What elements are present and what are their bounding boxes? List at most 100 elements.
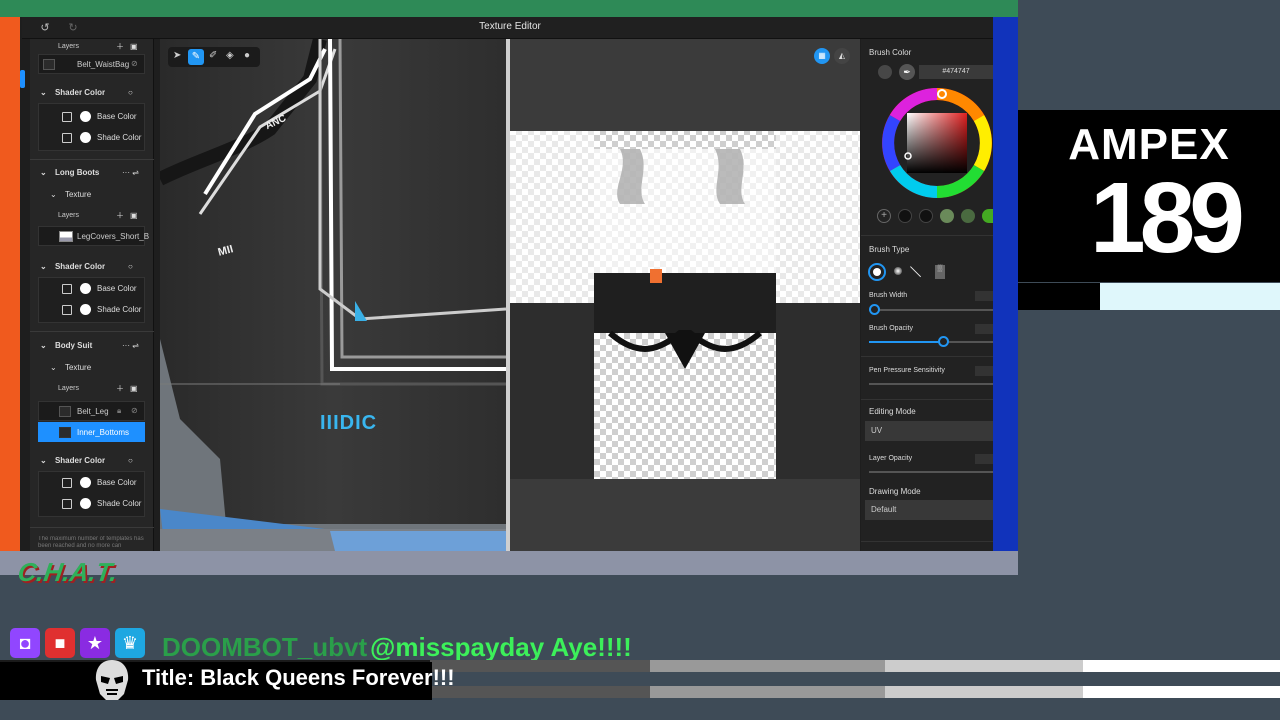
base-color-swatch[interactable] [80,477,91,488]
color-wheel[interactable] [881,87,993,199]
app-bottom-strip [0,551,1018,575]
shade-color-label: Shade Color [97,305,142,314]
color-swatch[interactable] [982,209,993,223]
divider [30,331,154,332]
top-right-strip [1018,0,1280,17]
editing-mode-select[interactable]: UV [865,421,993,441]
shade-color-swatch[interactable] [80,132,91,143]
lock-icon[interactable]: 🔒︎ [117,406,121,416]
section-label: Shader Color [54,262,106,271]
divider [861,541,993,542]
base-color-checkbox[interactable] [62,478,72,488]
base-color-checkbox[interactable] [62,112,72,122]
shader-color-header[interactable]: ⌄ Shader Color [40,85,164,101]
brush-tool-icon[interactable]: ✎ [188,49,204,65]
editing-mode-label: Editing Mode [869,407,916,416]
eyedropper-icon[interactable]: ✒ [899,64,915,80]
layer-thumbnail [59,231,73,242]
divider [30,527,154,528]
shade-color-swatch[interactable] [80,304,91,315]
color-swatch[interactable] [961,209,975,223]
pen-pressure-slider[interactable] [869,383,993,385]
pen-pressure-label: Pen Pressure Sensitivity [869,367,945,374]
texture-header[interactable]: ⌄ Texture [50,360,174,376]
layer-row[interactable]: Belt_Leg 🔒︎ ⊘ [38,401,145,421]
brush-soft-icon[interactable] [894,267,902,275]
drawing-mode-select[interactable]: Default [865,500,993,520]
color-swatch[interactable] [919,209,933,223]
texture-header[interactable]: ⌄ Texture [50,187,174,203]
jacket-logo: IIIDIC [320,412,378,434]
shade-color-checkbox[interactable] [62,133,72,143]
brush-width-slider[interactable] [869,309,993,311]
brush-opacity-slider[interactable] [869,341,993,343]
chevron-down-icon: ⌄ [40,341,47,350]
chevron-down-icon: ⌄ [50,190,57,199]
layer-row-selected[interactable]: Inner_Bottoms [38,422,145,442]
visibility-icon[interactable]: ⊘ [131,406,138,415]
divider [30,159,154,160]
uv-view-toggle-icon[interactable]: ▦ [814,48,830,64]
brush-width-knob[interactable] [869,304,880,315]
3d-viewport[interactable]: ANC MII IIIDIC ➤ ✎ ✐ ◈ ● [160,39,506,551]
layer-row[interactable]: LegCovers_Short_B [38,226,149,246]
section-label: Texture [64,363,92,372]
shader-color-header[interactable]: ⌄ Shader Color [40,259,164,275]
brush-texture-icon[interactable]: ▒ [935,265,945,279]
hex-input[interactable]: #474747 [919,65,993,79]
layer-row[interactable]: Belt_WaistBag ⊘ [38,54,145,74]
layer-thumbnail [43,59,55,70]
color-circle-icon[interactable]: ○ [128,453,140,469]
color-swatch[interactable] [898,209,912,223]
base-color-swatch[interactable] [80,283,91,294]
more-icon[interactable]: ··· ⇌ [122,165,152,181]
divider [861,399,993,400]
shade-color-label: Shade Color [97,499,142,508]
brush-width-label: Brush Width [869,292,908,299]
shader-color-header[interactable]: ⌄ Shader Color [40,453,164,469]
brush-hard-icon[interactable] [868,263,886,281]
divider [861,356,993,357]
brush-width-input[interactable] [975,291,993,301]
tool-palette: ➤ ✎ ✐ ◈ ● [168,47,260,67]
drawing-mode-label: Drawing Mode [869,487,921,496]
sponsor-bar-light [1100,283,1280,310]
color-circle-icon[interactable]: ○ [128,259,140,275]
uv-canvas[interactable]: ▦ ◭ [510,39,860,551]
color-circle-icon[interactable]: ○ [128,85,140,101]
image-layer-icon[interactable]: ▣ [130,39,150,55]
shade-color-swatch[interactable] [80,498,91,509]
sponsor-number: 189 [1090,162,1245,274]
layers-panel: Layers ＋ ▣ Belt_WaistBag ⊘ ⌄ Shader Colo… [30,39,154,551]
brush-settings-panel: Brush Color ✒ #474747 + Brush Type │ ▒ B… [861,39,993,551]
crown-icon: ♛ [115,628,145,658]
visibility-icon[interactable]: ⊘ [131,59,138,68]
current-color-swatch[interactable] [877,64,893,80]
shader-color-group: Base Color Shade Color [38,103,145,151]
fill-tool-icon[interactable]: ● [244,50,250,61]
shade-color-checkbox[interactable] [62,305,72,315]
add-color-icon[interactable]: + [877,209,891,223]
image-layer-icon[interactable]: ▣ [130,208,150,224]
base-color-checkbox[interactable] [62,284,72,294]
pointer-tool-icon[interactable]: ➤ [173,50,181,61]
base-color-label: Base Color [97,112,137,121]
pen-tool-icon[interactable]: ✐ [209,50,217,61]
brush-opacity-input[interactable] [975,324,993,334]
eraser-tool-icon[interactable]: ◈ [226,50,234,61]
twitch-icon: ◘ [10,628,40,658]
layer-view-toggle-icon[interactable]: ◭ [834,48,850,64]
image-layer-icon[interactable]: ▣ [130,381,150,397]
layer-opacity-slider[interactable] [869,471,993,473]
shade-color-checkbox[interactable] [62,499,72,509]
star-icon: ★ [80,628,110,658]
pen-pressure-toggle[interactable] [975,366,993,376]
brush-opacity-knob[interactable] [938,336,950,347]
base-color-swatch[interactable] [80,111,91,122]
chat-message: @misspayday Aye!!!! [370,632,632,662]
brush-line-icon[interactable]: │ [908,263,923,278]
more-icon[interactable]: ··· ⇌ [122,338,152,354]
shader-color-group: Base Color Shade Color [38,277,145,323]
layer-opacity-input[interactable] [975,454,993,464]
color-swatch[interactable] [940,209,954,223]
